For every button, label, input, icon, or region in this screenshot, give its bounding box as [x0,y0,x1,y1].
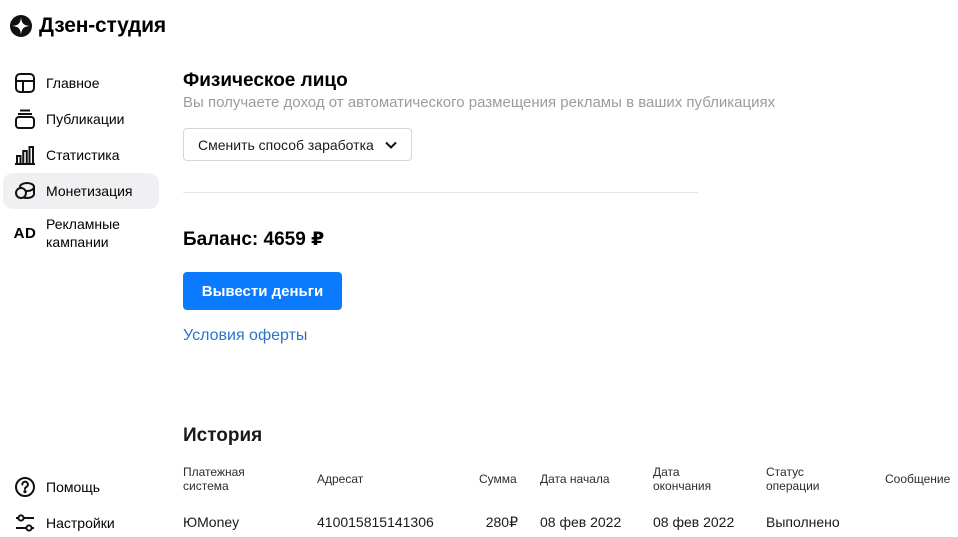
sidebar-item-help[interactable]: Помощь [3,469,159,505]
table-header-system: Платежная система [183,465,245,493]
table-header-status: Статус операции [766,465,820,493]
sidebar-item-label: Главное [46,75,100,91]
help-circle-icon [13,475,37,499]
app-title: Дзен-студия [39,14,166,37]
sidebar-item-monetization[interactable]: Монетизация [3,173,159,209]
table-cell-status: Выполнено [766,514,840,530]
section-divider [183,192,698,193]
app-logo[interactable]: Дзен-студия [10,14,166,38]
sidebar-item-statistics[interactable]: Статистика [3,137,159,173]
withdraw-money-button[interactable]: Вывести деньги [183,272,342,310]
zen-logo-icon [10,15,32,37]
ad-icon-text: AD [13,224,37,242]
change-earning-method-label: Сменить способ заработка [198,136,374,153]
table-cell-system: ЮMoney [183,514,240,530]
table-header-start-date: Дата начала [540,472,610,486]
table-cell-start-date: 08 фев 2022 [540,514,622,530]
sidebar-item-label: Статистика [46,147,120,163]
balance-amount: Баланс: 4659 ₽ [183,229,325,250]
home-layout-icon [13,71,37,95]
table-header-message: Сообщение [885,472,951,486]
table-header-end-date: Дата окончания [653,465,712,493]
sidebar-item-ad-campaigns[interactable]: AD Рекламные кампании [3,209,159,257]
table-cell-amount: 280₽ [485,514,518,530]
table-cell-recipient: 410015815141306 [317,514,434,530]
sidebar-nav: Главное Публикации Статистика Монетизаци… [0,65,160,257]
chevron-down-icon [384,138,398,152]
coins-icon [13,179,37,203]
history-title: История [183,425,263,446]
sidebar-item-label: Помощь [46,479,101,495]
page-title: Физическое лицо [183,70,348,91]
settings-sliders-icon [13,511,37,535]
sidebar-item-label: Монетизация [46,183,133,199]
table-cell-end-date: 08 фев 2022 [653,514,735,530]
sidebar-item-main[interactable]: Главное [3,65,159,101]
sidebar-item-label: Рекламные кампании [46,216,120,250]
table-header-amount: Сумма [479,472,517,486]
ad-icon: AD [13,221,37,245]
publications-stack-icon [13,107,37,131]
table-header-recipient: Адресат [317,472,364,486]
page-subtitle: Вы получаете доход от автоматического ра… [183,94,776,111]
offer-terms-link[interactable]: Условия оферты [183,327,307,345]
sidebar-item-settings[interactable]: Настройки [3,505,159,537]
sidebar-item-label: Публикации [46,111,125,127]
change-earning-method-button[interactable]: Сменить способ заработка [183,128,412,161]
bar-chart-icon [13,143,37,167]
sidebar-item-publications[interactable]: Публикации [3,101,159,137]
sidebar-bottom-nav: Помощь Настройки [0,469,160,537]
sidebar-item-label: Настройки [46,515,115,531]
